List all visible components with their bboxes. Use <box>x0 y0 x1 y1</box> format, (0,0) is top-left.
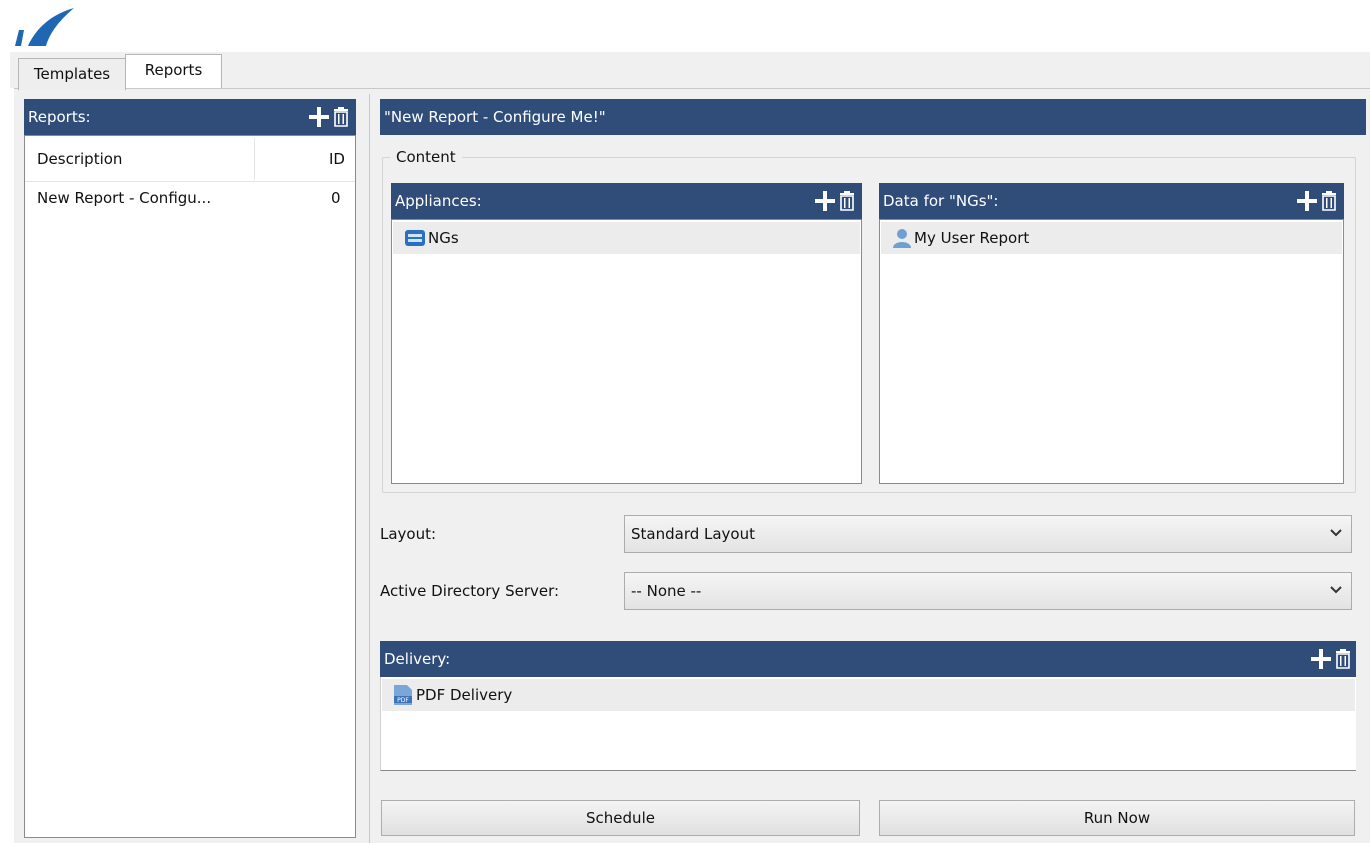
delete-report-icon[interactable] <box>330 104 352 130</box>
column-header-id[interactable]: ID <box>329 150 345 168</box>
add-delivery-icon[interactable] <box>1310 646 1332 672</box>
delivery-item-label: PDF Delivery <box>416 686 513 704</box>
data-for-list[interactable]: My User Report <box>879 219 1344 484</box>
add-data-icon[interactable] <box>1296 188 1318 214</box>
table-row[interactable]: New Report - Configu... 0 <box>25 182 355 214</box>
report-description-cell: New Report - Configu... <box>37 189 212 207</box>
report-id-cell: 0 <box>331 189 341 207</box>
pdf-icon: PDF <box>392 684 414 706</box>
delivery-list[interactable]: PDF PDF Delivery <box>380 677 1356 771</box>
run-now-button[interactable]: Run Now <box>879 800 1355 836</box>
data-for-header: Data for "NGs": <box>879 183 1344 219</box>
appliances-title: Appliances: <box>395 192 482 210</box>
reports-panel-header: Reports: <box>24 99 356 135</box>
chevron-down-icon <box>1329 526 1343 540</box>
layout-value: Standard Layout <box>631 525 755 543</box>
report-title: "New Report - Configure Me!" <box>384 108 606 126</box>
appliance-label: NGs <box>428 229 459 247</box>
layout-label: Layout: <box>380 525 437 543</box>
reports-panel-title: Reports: <box>28 108 91 126</box>
user-icon <box>891 228 913 248</box>
delete-delivery-icon[interactable] <box>1332 646 1354 672</box>
tab-templates[interactable]: Templates <box>18 58 126 90</box>
ad-server-value: -- None -- <box>631 582 702 600</box>
reports-list[interactable]: Description ID New Report - Configu... 0 <box>24 135 356 838</box>
content-group-label: Content <box>390 148 462 166</box>
reports-list-header: Description ID <box>25 136 355 182</box>
appliances-header: Appliances: <box>391 183 862 219</box>
svg-text:PDF: PDF <box>397 697 409 704</box>
add-report-icon[interactable] <box>308 104 330 130</box>
appliances-list[interactable]: NGs <box>391 219 862 484</box>
delete-data-icon[interactable] <box>1318 188 1340 214</box>
ad-server-select[interactable]: -- None -- <box>624 572 1352 610</box>
appliance-icon <box>404 229 426 247</box>
schedule-button[interactable]: Schedule <box>381 800 860 836</box>
list-item[interactable]: My User Report <box>881 222 1342 254</box>
data-item-label: My User Report <box>914 229 1030 247</box>
report-title-bar: "New Report - Configure Me!" <box>380 99 1366 135</box>
data-for-title: Data for "NGs": <box>883 192 999 210</box>
layout-select[interactable]: Standard Layout <box>624 515 1352 553</box>
tab-divider <box>14 88 1370 89</box>
column-divider <box>254 138 255 180</box>
list-item[interactable]: PDF PDF Delivery <box>382 679 1355 711</box>
delivery-header: Delivery: <box>380 641 1356 677</box>
barracuda-logo <box>6 4 76 50</box>
ad-server-label: Active Directory Server: <box>380 582 560 600</box>
add-appliance-icon[interactable] <box>814 188 836 214</box>
tab-reports[interactable]: Reports <box>125 54 222 88</box>
splitter[interactable] <box>369 94 370 843</box>
delivery-title: Delivery: <box>384 650 451 668</box>
delete-appliance-icon[interactable] <box>836 188 858 214</box>
list-item[interactable]: NGs <box>393 222 860 254</box>
column-header-description[interactable]: Description <box>37 150 122 168</box>
chevron-down-icon <box>1329 583 1343 597</box>
